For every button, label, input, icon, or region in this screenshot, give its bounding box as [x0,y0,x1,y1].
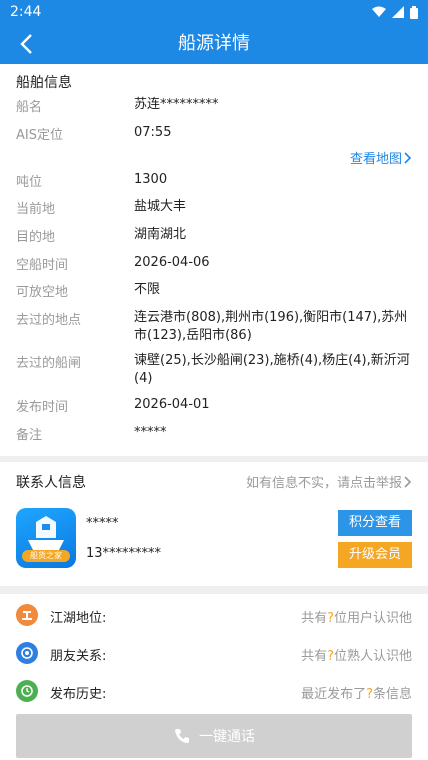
page-title: 船源详情 [178,33,250,54]
signal-icon [392,6,404,18]
status-bar: 2:44 [0,0,428,24]
report-link[interactable]: 如有信息不实，请点击举报 [246,472,412,491]
row-friends[interactable]: 朋友关系: 共有?位熟人认识他 [16,642,412,666]
ship-info-title: 船舶信息 [16,75,72,91]
one-click-call-button[interactable]: 一键通话 [16,714,412,758]
history-clock-icon [16,680,38,702]
upgrade-member-button[interactable]: 升级会员 [338,542,412,568]
contact-title: 联系人信息 [16,475,86,491]
call-label: 一键通话 [199,729,255,745]
app-bar: 船源详情 [0,24,428,64]
row-reputation[interactable]: 江湖地位: 共有?位用户认识他 [16,604,412,628]
points-view-button[interactable]: 积分查看 [338,510,412,536]
reputation-icon [16,604,38,626]
wifi-icon [372,6,386,17]
contact-phone: 13********* [86,546,162,561]
contact-card: 联系人信息 如有信息不实，请点击举报 船货之家 ***** 13********… [0,462,428,586]
chevron-right-icon [404,475,412,488]
chevron-right-icon [404,151,412,164]
friends-icon [16,642,38,664]
contact-name: ***** [86,516,119,531]
app-logo: 船货之家 [16,508,76,568]
row-history[interactable]: 发布历史: 最近发布了?条信息 [16,680,412,704]
view-map-link[interactable]: 查看地图 [350,148,412,167]
ship-info-card: 船舶信息 船名 苏连********* AIS定位 07:55 查看地图 吨位 … [0,64,428,456]
status-time: 2:44 [10,4,42,20]
logo-text: 船货之家 [22,550,70,562]
phone-icon [175,729,189,743]
battery-icon [410,5,418,19]
